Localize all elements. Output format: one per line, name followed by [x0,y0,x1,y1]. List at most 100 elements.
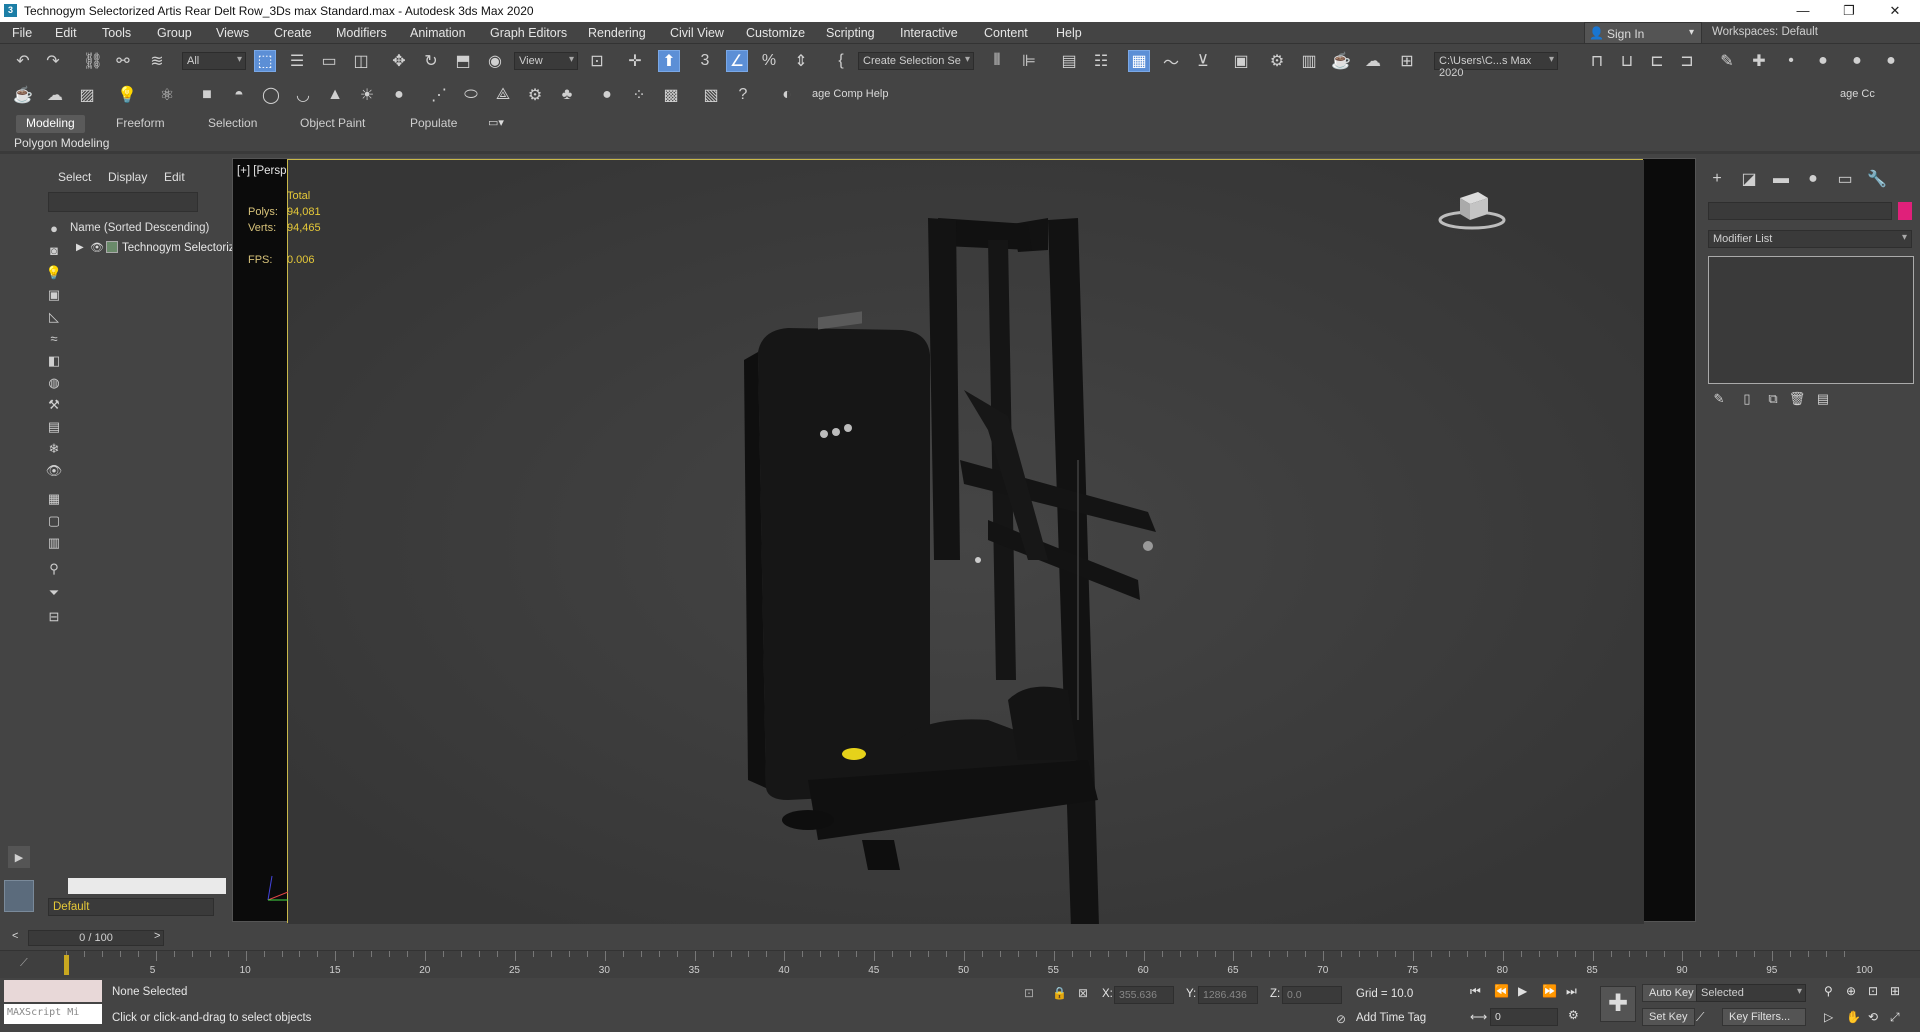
y-coordinate-field[interactable]: 1286.436 [1198,986,1258,1004]
explorer-column-header[interactable]: Name (Sorted Descending) [70,222,209,234]
filter-shapes-icon[interactable]: ◙ [44,242,64,260]
filter-invert-icon[interactable]: ▥ [44,534,64,552]
snaps-toggle-icon[interactable]: 3 [694,50,716,72]
filter-none-icon[interactable]: ▢ [44,512,64,530]
filter-cameras-icon[interactable]: ▣ [44,286,64,304]
scale-icon[interactable]: ⬒ [452,50,474,72]
time-tag-icon[interactable]: ⊘ [1336,1012,1346,1026]
crosshair-icon[interactable]: ✚ [1748,50,1770,72]
dome-icon[interactable]: ◓ [228,84,250,106]
a360-icon[interactable]: ⊞ [1396,50,1418,72]
utilities-tab-icon[interactable]: 🔧 [1866,168,1888,190]
filter-groups-icon[interactable]: ◧ [44,352,64,370]
sphere-gray-icon[interactable]: ● [1812,50,1834,72]
container-open-icon[interactable]: ⊔ [1616,50,1638,72]
maximize-viewport-icon[interactable]: ⤢ [1890,1010,1900,1025]
sphere-yellow-icon[interactable]: ● [388,84,410,106]
capsule-icon[interactable]: ⬭ [460,84,482,106]
menu-rendering[interactable]: Rendering [588,26,646,40]
render-icon[interactable]: ☕ [1330,50,1352,72]
tab-freeform[interactable]: Freeform [106,115,175,133]
expand-arrow-icon[interactable]: ▶ [76,242,84,253]
spinner-snap-icon[interactable]: ⇕ [790,50,812,72]
layer-icon[interactable]: ⊟ [44,608,64,626]
previous-frame-icon[interactable]: ⏪ [1494,984,1509,998]
time-slider-thumb[interactable]: 0 / 100 [28,930,164,946]
modifier-stack[interactable] [1708,256,1914,384]
unlink-icon[interactable]: ⚯ [112,50,134,72]
filter-helpers-icon[interactable]: ◺ [44,308,64,326]
set-key-big-icon[interactable]: ✚ [1600,986,1636,1022]
undo-icon[interactable]: ↶ [12,50,34,72]
circle-icon[interactable]: ◯ [260,84,282,106]
grid-icon[interactable]: ⋰ [428,84,450,106]
explorer-search-input[interactable] [48,192,198,212]
help-icon[interactable]: ? [732,84,754,106]
menu-interactive[interactable]: Interactive [900,26,958,40]
menu-views[interactable]: Views [216,26,249,40]
filter-frozen-icon[interactable]: ❄ [44,440,64,458]
network-icon[interactable]: ⟁ [492,84,514,106]
restore-button[interactable]: ❐ [1826,0,1872,22]
selection-filter-dropdown[interactable]: All [182,52,246,70]
funnel-icon[interactable]: ⏷ [44,584,64,602]
rect-selection-icon[interactable]: ▭ [318,50,340,72]
align-icon[interactable]: ⊫ [1018,50,1040,72]
menu-file[interactable]: File [12,26,32,40]
key-filters-button[interactable]: Key Filters... [1722,1008,1806,1026]
go-to-end-icon[interactable]: ⏭ [1566,984,1577,999]
brush-icon[interactable]: ✎ [1716,50,1738,72]
bind-spacewarp-icon[interactable]: ≋ [146,50,168,72]
project-folder-dropdown[interactable]: C:\Users\C...s Max 2020 [1434,52,1558,79]
pivot-center-icon[interactable]: ⊡ [586,50,608,72]
explorer-tab-edit[interactable]: Edit [164,170,185,184]
list-item[interactable]: ▶ 👁 Technogym Selectoriz [70,240,235,258]
filter-containers-icon[interactable]: ▤ [44,418,64,436]
configure-sets-icon[interactable]: ▤ [1812,388,1834,410]
reference-coordinate-dropdown[interactable]: View [514,52,578,70]
container-icon[interactable]: ⊓ [1586,50,1608,72]
menu-help[interactable]: Help [1056,26,1082,40]
create-tab-icon[interactable]: + [1706,168,1728,190]
image-comp-help-label[interactable]: age Comp Help [812,88,888,100]
pan-icon[interactable]: ✋ [1846,1010,1861,1024]
time-prev-icon[interactable]: < [12,930,18,942]
curve-icon[interactable]: ⟋ [20,957,28,970]
remove-modifier-icon[interactable]: 🗑 [1786,388,1808,410]
redo-icon[interactable]: ↷ [42,50,64,72]
place-icon[interactable]: ◉ [484,50,506,72]
menu-tools[interactable]: Tools [102,26,131,40]
next-frame-icon[interactable]: ⏩ [1542,984,1557,998]
cloud-icon[interactable]: ☁ [44,84,66,106]
motion-tab-icon[interactable]: ● [1802,168,1824,190]
bowl-icon[interactable]: ◡ [292,84,314,106]
menu-group[interactable]: Group [157,26,192,40]
modifier-list-dropdown[interactable]: Modifier List [1708,230,1912,248]
pin-stack-icon[interactable]: ✎ [1708,388,1730,410]
set-key-button[interactable]: Set Key [1642,1008,1695,1026]
show-end-result-icon[interactable]: ▯ [1736,388,1758,410]
go-to-start-icon[interactable]: ⏮ [1470,984,1481,999]
perspective-viewport[interactable]: [+] [Perspective ] [Standard ] [Default … [232,158,1696,924]
rendered-frame-icon[interactable]: ▥ [1298,50,1320,72]
select-by-name-icon[interactable]: ☰ [286,50,308,72]
tab-populate[interactable]: Populate [400,115,467,133]
key-mode-dropdown[interactable]: Selected [1696,984,1806,1002]
object-color-swatch[interactable] [1898,202,1912,220]
gear-icon[interactable]: ⚙ [524,84,546,106]
filter-lights-icon[interactable]: 💡 [44,264,64,282]
explorer-scrollbar[interactable] [68,878,226,894]
field-of-view-icon[interactable]: ▷ [1824,1010,1833,1024]
plant-icon[interactable]: ♣ [556,84,578,106]
menu-edit[interactable]: Edit [55,26,77,40]
container-save-icon[interactable]: ⊐ [1676,50,1698,72]
ribbon-toggle-icon[interactable]: ▦ [1128,50,1150,72]
rotate-icon[interactable]: ↻ [420,50,442,72]
sign-in-dropdown[interactable]: 👤 Sign In ▾ [1584,22,1702,44]
sun-icon[interactable]: ☀ [356,84,378,106]
zoom-icon[interactable]: ⚲ [1824,984,1833,998]
material-swatch-icon[interactable]: ▩ [660,84,682,106]
zoom-extents-icon[interactable]: ⊡ [1868,984,1878,998]
close-button[interactable]: ✕ [1872,0,1918,22]
hierarchy-tab-icon[interactable]: ▬ [1770,168,1792,190]
